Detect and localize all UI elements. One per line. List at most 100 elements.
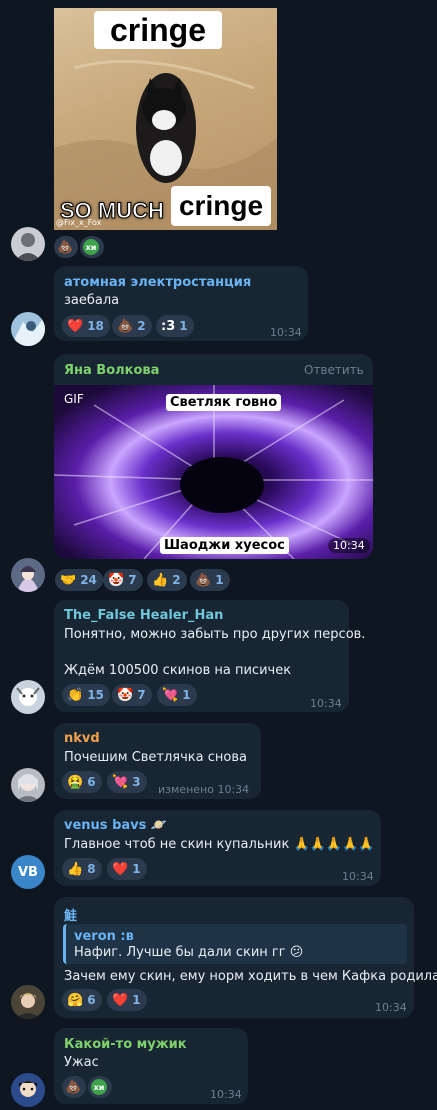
message-time: 10:34 <box>342 870 374 883</box>
xi-sticker-icon: хи <box>83 239 99 255</box>
thumbs-up-icon: 👍 <box>67 861 84 877</box>
quote-author: veron :в <box>74 929 134 944</box>
poop-icon: 💩 <box>65 1079 82 1095</box>
message-text-body: Главное чтоб не скин купальник <box>64 837 290 852</box>
avatar[interactable] <box>11 768 45 802</box>
reaction-count: 7 <box>128 573 137 587</box>
planet-icon: 🪐 <box>150 818 168 833</box>
clown-icon: 🤡 <box>108 572 125 588</box>
reaction-clown[interactable]: 🤡 7 <box>112 684 152 706</box>
message-author[interactable]: venus bavs 🪐 <box>64 818 167 833</box>
reaction-heart[interactable]: ❤️ 1 <box>107 858 147 880</box>
heart-icon: ❤️ <box>67 318 84 334</box>
reaction-count: 8 <box>87 862 96 876</box>
quote-text-body: Нафиг. Лучше бы дали скин гг <box>74 945 286 960</box>
avatar[interactable] <box>11 227 45 261</box>
reaction-count: 3 <box>132 775 141 789</box>
heart-icon: ❤️ <box>112 992 129 1008</box>
message-time: 10:34 <box>270 326 302 339</box>
reaction-count: 2 <box>137 319 146 333</box>
reaction-xi[interactable]: хи <box>80 236 104 258</box>
message-text-line-2: Ждём 100500 скинов на писичек <box>64 663 292 678</box>
gif-time: 10:34 <box>328 538 370 553</box>
reaction-count: 18 <box>87 319 104 333</box>
reaction-thumbs-up[interactable]: 👍 2 <box>147 569 187 591</box>
pray-icons: 🙏🙏🙏🙏🙏 <box>293 837 375 852</box>
reaction-count: 2 <box>172 573 181 587</box>
reaction-clown[interactable]: 🤡 7 <box>103 569 143 591</box>
message-author[interactable]: Какой-то мужик <box>64 1037 187 1052</box>
avatar[interactable] <box>11 680 45 714</box>
gif-caption-top: Светляк говно <box>166 394 282 411</box>
heart-arrow-icon: 💘 <box>112 774 129 790</box>
poop-icon: 💩 <box>57 239 74 255</box>
reaction-count: 6 <box>87 993 96 1007</box>
message-author[interactable]: 鮭 <box>64 905 77 924</box>
avatar[interactable] <box>11 985 45 1019</box>
reaction-count: 1 <box>179 319 188 333</box>
reaction-poop[interactable]: 💩 2 <box>112 315 152 337</box>
message-text: заебала <box>64 293 120 308</box>
reaction-hug[interactable]: 🤗 6 <box>62 989 102 1011</box>
avatar[interactable] <box>11 558 45 592</box>
avatar[interactable]: VB <box>11 855 45 889</box>
avatar-initials: VB <box>18 864 38 880</box>
reaction-count: 24 <box>80 573 97 587</box>
reaction-custom[interactable]: :3 1 <box>156 315 194 337</box>
reaction-xi[interactable]: хи <box>88 1076 112 1098</box>
message-author[interactable]: Яна Волкова <box>64 363 159 378</box>
reaction-poop[interactable]: 💩 <box>54 236 78 258</box>
message-text: Почешим Светлячка снова <box>64 750 247 765</box>
reaction-vomit[interactable]: 🤮 6 <box>62 771 102 793</box>
confused-face-icon: 😕 <box>289 945 304 960</box>
reaction-thumbs-up[interactable]: 👍 8 <box>62 858 102 880</box>
reply-button[interactable]: Ответить <box>304 363 364 377</box>
xi-sticker-icon: хи <box>91 1079 107 1095</box>
gif-media[interactable]: GIF Светляк говно Шаоджи хуесос 10:34 <box>54 385 373 559</box>
heart-icon: ❤️ <box>112 861 129 877</box>
reaction-handshake[interactable]: 🤝 24 <box>55 569 103 591</box>
reaction-count: 6 <box>87 775 96 789</box>
sticker-image[interactable]: cringe SO MUCH cringe @Fix_x_Fox <box>54 8 277 230</box>
message-text-line-1: Понятно, можно забыть про других персов. <box>64 627 366 642</box>
reaction-count: 7 <box>137 688 146 702</box>
reaction-count: 1 <box>182 688 191 702</box>
reaction-heart[interactable]: ❤️ 18 <box>62 315 110 337</box>
reaction-heart-arrow[interactable]: 💘 3 <box>107 771 147 793</box>
reaction-count: 1 <box>132 993 141 1007</box>
sticker-watermark: @Fix_x_Fox <box>56 218 102 227</box>
reaction-clap[interactable]: 👏 15 <box>62 684 110 706</box>
gif-badge: GIF <box>64 392 84 406</box>
message-text: Зачем ему скин, ему норм ходить в чем Ка… <box>64 969 437 984</box>
message-author[interactable]: атомная электростанция <box>64 275 251 290</box>
cat-face-icon: :3 <box>161 318 176 334</box>
reaction-count: 1 <box>132 862 141 876</box>
avatar[interactable] <box>11 1073 45 1107</box>
author-name: venus bavs <box>64 818 147 833</box>
vortex-graphic <box>54 385 373 559</box>
reaction-count: 1 <box>215 573 224 587</box>
message-time: 10:34 <box>210 1088 242 1101</box>
quote-text: Нафиг. Лучше бы дали скин гг 😕 <box>74 945 303 960</box>
hugging-face-icon: 🤗 <box>67 992 84 1008</box>
avatar[interactable] <box>11 312 45 346</box>
reaction-poop[interactable]: 💩 1 <box>190 569 230 591</box>
thumbs-up-icon: 👍 <box>152 572 169 588</box>
reaction-heart[interactable]: ❤️ 1 <box>107 989 147 1011</box>
message-author[interactable]: nkvd <box>64 731 100 746</box>
clap-icon: 👏 <box>67 687 84 703</box>
heart-arrow-icon: 💘 <box>162 687 179 703</box>
message-time: 10:34 <box>310 697 342 710</box>
reaction-heart-arrow[interactable]: 💘 1 <box>157 684 197 706</box>
message-author[interactable]: The_False Healer_Han <box>64 608 223 623</box>
clown-icon: 🤡 <box>117 687 134 703</box>
message-text: Главное чтоб не скин купальник 🙏🙏🙏🙏🙏 <box>64 837 374 852</box>
message-time: 10:34 <box>375 1001 407 1014</box>
message-time-edited: изменено 10:34 <box>158 783 250 796</box>
reaction-poop[interactable]: 💩 <box>62 1076 86 1098</box>
poop-icon: 💩 <box>117 318 134 334</box>
sticker-caption-top: cringe <box>94 11 222 49</box>
reaction-count: 15 <box>87 688 104 702</box>
message-text: Ужас <box>64 1055 99 1070</box>
poop-icon: 💩 <box>195 572 212 588</box>
